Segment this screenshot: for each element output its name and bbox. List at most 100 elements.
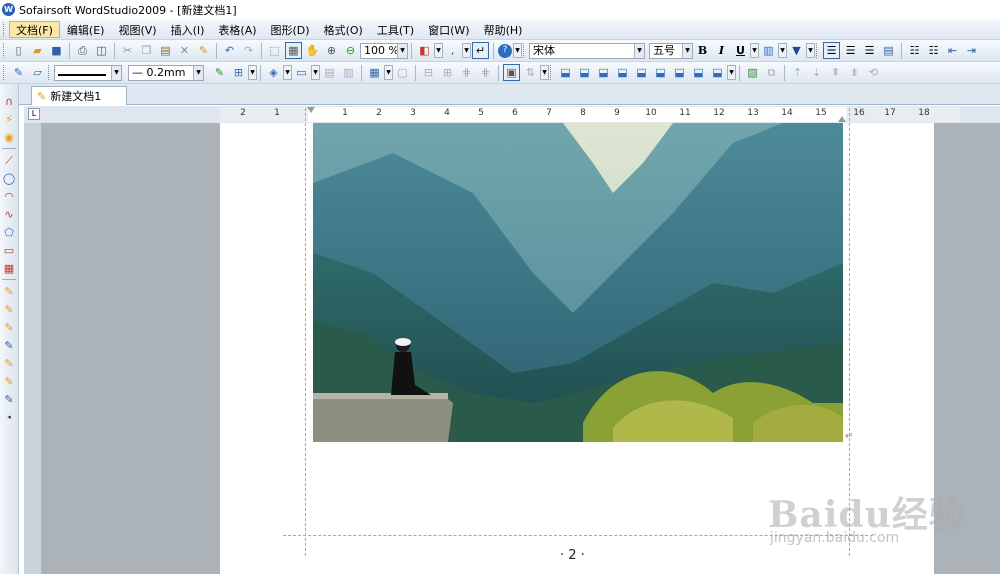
toolbar-grip[interactable] xyxy=(550,65,553,80)
chevron-down-icon[interactable]: ▼ xyxy=(750,43,759,58)
pencil-rect-icon[interactable]: ✎ xyxy=(1,391,17,407)
increase-indent-icon[interactable]: ⇥ xyxy=(963,42,980,59)
pencil-circle-icon[interactable]: ✎ xyxy=(1,337,17,353)
group-icon[interactable]: ⧉ xyxy=(763,64,780,81)
shape-6-icon[interactable]: ⬓ xyxy=(690,64,707,81)
line-width-combo[interactable]: — 0.2mm ▼ xyxy=(128,64,204,81)
zoom-combo[interactable]: 100 % ▼ xyxy=(360,42,408,59)
chevron-down-icon[interactable]: ▼ xyxy=(727,65,736,80)
shape-4-icon[interactable]: ⬓ xyxy=(652,64,669,81)
table-props-icon[interactable]: ▢ xyxy=(394,64,411,81)
undo-icon[interactable]: ↶ xyxy=(221,42,238,59)
help-icon[interactable]: ? xyxy=(498,43,512,58)
zoom-out-icon[interactable]: ⊖ xyxy=(342,42,359,59)
edit-icon[interactable]: ✎ xyxy=(10,64,27,81)
line-color-icon[interactable]: ✎ xyxy=(211,64,228,81)
chevron-down-icon[interactable]: ▼ xyxy=(248,65,257,80)
font-name-combo[interactable]: 宋体 ▼ xyxy=(529,42,645,59)
toolbar-grip[interactable] xyxy=(523,43,526,58)
print-preview-icon[interactable]: ◫ xyxy=(93,42,110,59)
send-back-icon[interactable]: ⇣ xyxy=(808,64,825,81)
toolbar-grip[interactable] xyxy=(3,43,6,58)
text-box-2-icon[interactable]: ⬓ xyxy=(576,64,593,81)
menu-help[interactable]: 帮助(H) xyxy=(477,21,530,38)
delete-icon[interactable]: ✕ xyxy=(176,42,193,59)
eraser-icon[interactable]: ◉ xyxy=(1,129,17,145)
save-icon[interactable]: ■ xyxy=(48,42,65,59)
shape-7-icon[interactable]: ⬓ xyxy=(709,64,726,81)
justify-icon[interactable]: ▤ xyxy=(880,42,897,59)
numbered-list-icon[interactable]: ☷ xyxy=(925,42,942,59)
align-right-icon[interactable]: ☰ xyxy=(861,42,878,59)
border-icon[interactable]: ⊞ xyxy=(230,64,247,81)
draw-grid-icon[interactable]: ▦ xyxy=(1,260,17,276)
print-icon[interactable]: ⎙ xyxy=(74,42,91,59)
draw-arc-icon[interactable]: ◠ xyxy=(1,188,17,204)
chevron-down-icon[interactable]: ▼ xyxy=(311,65,320,80)
insert-picture-icon[interactable]: ▧ xyxy=(744,64,761,81)
frame-icon[interactable]: ▭ xyxy=(293,64,310,81)
right-indent-marker[interactable] xyxy=(838,116,846,122)
edit-frame-icon[interactable]: ▱ xyxy=(29,64,46,81)
menu-insert[interactable]: 插入(I) xyxy=(164,21,212,38)
vertical-ruler[interactable] xyxy=(24,123,42,574)
shape-icon[interactable]: ⬓ xyxy=(595,64,612,81)
cut-icon[interactable]: ✂ xyxy=(119,42,136,59)
bring-front-icon[interactable]: ⇡ xyxy=(789,64,806,81)
menu-window[interactable]: 窗口(W) xyxy=(421,21,476,38)
chevron-down-icon[interactable]: ▼ xyxy=(384,65,393,80)
draw-curve-icon[interactable]: ∿ xyxy=(1,206,17,222)
table-borders-icon[interactable]: ▣ xyxy=(503,64,520,81)
fill-color-icon[interactable]: ◈ xyxy=(265,64,282,81)
split-cells-icon[interactable]: ⊞ xyxy=(439,64,456,81)
align-center-icon[interactable]: ☰ xyxy=(842,42,859,59)
tab-document-1[interactable]: ✎ 新建文档1 xyxy=(31,86,127,105)
text-box-icon[interactable]: ⬓ xyxy=(557,64,574,81)
align-left-icon[interactable]: ☰ xyxy=(823,42,840,59)
format-painter-icon[interactable]: ✎ xyxy=(195,42,212,59)
italic-button[interactable]: I xyxy=(713,42,730,59)
lightning-icon[interactable]: ⚡ xyxy=(1,111,17,127)
draw-line-icon[interactable]: ⟋ xyxy=(1,152,17,168)
chevron-down-icon[interactable]: ▼ xyxy=(634,43,644,58)
menu-table[interactable]: 表格(A) xyxy=(211,21,263,38)
insert-row-icon[interactable]: ▤ xyxy=(321,64,338,81)
menu-view[interactable]: 视图(V) xyxy=(111,21,163,38)
toolbar-grip[interactable] xyxy=(48,65,51,80)
chevron-down-icon[interactable]: ▼ xyxy=(778,43,787,58)
select-object-icon[interactable]: ⬚ xyxy=(266,42,283,59)
distribute-rows-icon[interactable]: ⋕ xyxy=(458,64,475,81)
shape-2-icon[interactable]: ⬓ xyxy=(614,64,631,81)
more-arrow-icon[interactable]: ◂ xyxy=(1,409,17,425)
rotate-icon[interactable]: ⟲ xyxy=(865,64,882,81)
draw-polygon-icon[interactable]: ⬠ xyxy=(1,224,17,240)
toolbar-grip[interactable] xyxy=(3,65,6,80)
toolbar-grip[interactable] xyxy=(816,43,819,58)
align-objects-icon[interactable]: ⇞ xyxy=(827,64,844,81)
bold-button[interactable]: B xyxy=(694,42,711,59)
insert-column-icon[interactable]: ▥ xyxy=(340,64,357,81)
chevron-down-icon[interactable]: ▼ xyxy=(397,43,407,58)
chevron-down-icon[interactable]: ▼ xyxy=(111,65,121,80)
comma-icon[interactable]: , xyxy=(444,42,461,59)
chevron-down-icon[interactable]: ▼ xyxy=(806,43,815,58)
pencil-polygon-icon[interactable]: ✎ xyxy=(1,373,17,389)
chevron-down-icon[interactable]: ▼ xyxy=(682,43,692,58)
insert-table-icon[interactable]: ▦ xyxy=(366,64,383,81)
chevron-down-icon[interactable]: ▼ xyxy=(283,65,292,80)
pencil-icon[interactable]: ✎ xyxy=(1,283,17,299)
paste-icon[interactable]: ▤ xyxy=(157,42,174,59)
chevron-down-icon[interactable]: ▼ xyxy=(434,43,443,58)
menubar-grip[interactable] xyxy=(3,21,6,37)
font-size-combo[interactable]: 五号 ▼ xyxy=(649,42,693,59)
open-folder-icon[interactable]: ▰ xyxy=(29,42,46,59)
highlight-icon[interactable]: ▥ xyxy=(760,42,777,59)
tab-stop-selector[interactable]: L xyxy=(28,108,40,120)
font-color-icon[interactable]: ▼ xyxy=(788,42,805,59)
pencil-line-icon[interactable]: ✎ xyxy=(1,301,17,317)
menu-edit[interactable]: 编辑(E) xyxy=(60,21,112,38)
menu-format[interactable]: 格式(O) xyxy=(317,21,370,38)
chevron-down-icon[interactable]: ▼ xyxy=(513,43,522,58)
magnet-icon[interactable]: ∩ xyxy=(1,93,17,109)
chevron-down-icon[interactable]: ▼ xyxy=(462,43,471,58)
